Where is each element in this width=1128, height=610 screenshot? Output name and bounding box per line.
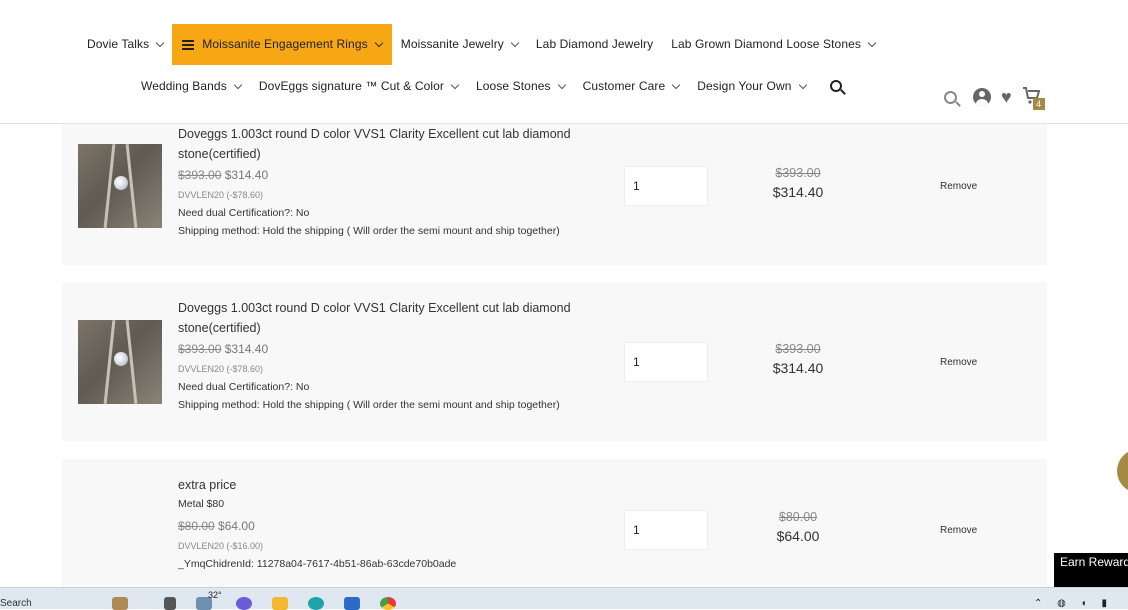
search-icon[interactable] xyxy=(944,90,957,104)
nav-search-button[interactable] xyxy=(815,66,851,106)
item-title[interactable]: Doveggs 1.003ct round D color VVS1 Clari… xyxy=(178,298,578,338)
edge-icon[interactable] xyxy=(308,597,324,610)
item-info: Doveggs 1.003ct round D color VVS1 Clari… xyxy=(178,124,578,240)
line-total-old: $393.00 xyxy=(775,342,821,356)
line-total-new: $314.40 xyxy=(772,184,824,200)
floating-chat-button[interactable] xyxy=(1117,449,1128,493)
nav-moissanite-jewelry[interactable]: Moissanite Jewelry xyxy=(392,24,527,64)
chevron-down-icon xyxy=(450,80,460,89)
quantity-input[interactable]: 1 xyxy=(624,342,708,382)
line-total-new: $64.00 xyxy=(776,528,820,544)
item-option: Shipping method: Hold the shipping ( Wil… xyxy=(178,399,560,411)
cart-count-badge: 4 xyxy=(1032,98,1045,110)
main-nav-row-1: Dovie Talks Moissanite Engagement Rings … xyxy=(78,23,884,65)
item-price: $393.00 $314.40 xyxy=(178,166,578,184)
nav-design-your-own[interactable]: Design Your Own xyxy=(688,66,814,106)
item-title[interactable]: Doveggs 1.003ct round D color VVS1 Clari… xyxy=(178,124,578,164)
item-subtitle: Metal $80 xyxy=(178,498,225,510)
item-sale-price: $314.40 xyxy=(224,168,269,182)
earn-rewards-button[interactable]: Earn Rewards xyxy=(1054,553,1128,587)
nav-moissanite-engagement-rings[interactable]: Moissanite Engagement Rings xyxy=(172,23,392,65)
remove-button[interactable]: Remove xyxy=(940,181,977,192)
nav-loose-stones[interactable]: Loose Stones xyxy=(467,66,574,106)
line-total-new: $314.40 xyxy=(772,360,824,376)
item-option: Need dual Certification?: No xyxy=(178,207,310,219)
item-old-price: $393.00 xyxy=(178,342,222,356)
nav-doveggs-signature[interactable]: DovEggs signature ™ Cut & Color xyxy=(250,66,467,106)
nav-wedding-bands[interactable]: Wedding Bands xyxy=(132,66,250,106)
line-total: $393.00 $314.40 xyxy=(762,342,834,376)
cart-item: extra price Metal $80 $80.00 $64.00 DVVL… xyxy=(62,459,1047,587)
chevron-down-icon xyxy=(510,38,520,47)
task-view-icon[interactable] xyxy=(164,597,176,610)
widget-icon[interactable] xyxy=(112,597,128,610)
teams-icon[interactable] xyxy=(236,597,252,610)
quantity-input[interactable]: 1 xyxy=(624,166,708,206)
list-icon xyxy=(182,39,195,50)
item-price: $80.00 $64.00 xyxy=(178,517,578,535)
item-title[interactable]: extra price xyxy=(178,475,578,495)
cart-icon[interactable]: 4 xyxy=(1022,86,1045,110)
nav-lab-diamond-jewelry[interactable]: Lab Diamond Jewelry xyxy=(527,24,662,64)
item-info: Doveggs 1.003ct round D color VVS1 Clari… xyxy=(178,298,578,414)
site-header: Dovie Talks Moissanite Engagement Rings … xyxy=(0,0,1128,124)
os-taskbar: Search 32° ⌃ ◍ ◖ ▮ xyxy=(0,587,1128,610)
account-icon[interactable] xyxy=(973,88,991,106)
line-total: $80.00 $64.00 xyxy=(762,510,834,544)
line-total-old: $393.00 xyxy=(775,166,821,180)
cart-item: Doveggs 1.003ct round D color VVS1 Clari… xyxy=(62,124,1047,265)
item-sale-price: $64.00 xyxy=(218,519,255,533)
discount-code: DVVLEN20 (-$78.60) xyxy=(178,364,264,374)
chrome-icon[interactable] xyxy=(380,597,396,610)
item-price: $393.00 $314.40 xyxy=(178,340,578,358)
header-tools: ♥ 4 xyxy=(944,86,1045,110)
quantity-input[interactable]: 1 xyxy=(624,510,708,550)
nav-customer-care[interactable]: Customer Care xyxy=(574,66,689,106)
chevron-down-icon xyxy=(798,80,807,89)
file-explorer-icon[interactable] xyxy=(272,597,288,610)
store-icon[interactable] xyxy=(344,597,360,610)
chevron-down-icon xyxy=(672,80,681,89)
taskbar-search[interactable]: Search xyxy=(0,598,32,609)
search-icon xyxy=(829,80,842,92)
chevron-down-icon xyxy=(557,80,566,89)
chevron-down-icon xyxy=(233,80,243,89)
remove-button[interactable]: Remove xyxy=(940,357,977,368)
product-image[interactable] xyxy=(78,320,162,404)
item-sale-price: $314.40 xyxy=(224,342,269,356)
heart-icon[interactable]: ♥ xyxy=(1001,88,1012,106)
line-total-old: $80.00 xyxy=(778,510,818,524)
remove-button[interactable]: Remove xyxy=(940,525,977,536)
item-option: Shipping method: Hold the shipping ( Wil… xyxy=(178,225,560,237)
weather-temperature: 32° xyxy=(208,590,222,600)
system-tray-icons[interactable]: ⌃ ◍ ◖ ▮ xyxy=(1034,598,1113,609)
nav-lab-grown-diamond-loose-stones[interactable]: Lab Grown Diamond Loose Stones xyxy=(662,24,884,64)
line-total: $393.00 $314.40 xyxy=(762,166,834,200)
product-image[interactable] xyxy=(78,144,162,228)
chevron-down-icon xyxy=(374,38,383,47)
chevron-down-icon xyxy=(867,38,877,47)
item-info: extra price Metal $80 $80.00 $64.00 DVVL… xyxy=(178,475,578,573)
item-old-price: $393.00 xyxy=(178,168,222,182)
chevron-down-icon xyxy=(156,38,165,47)
main-nav-row-2: Wedding Bands DovEggs signature ™ Cut & … xyxy=(132,66,851,106)
nav-dovie-talks[interactable]: Dovie Talks xyxy=(78,24,172,64)
discount-code: DVVLEN20 (-$78.60) xyxy=(178,190,264,200)
discount-code: DVVLEN20 (-$16.00) xyxy=(178,541,264,551)
item-option: _YmqChidrenId: 11278a04-7617-4b51-86ab-6… xyxy=(178,558,457,570)
cart-item: Doveggs 1.003ct round D color VVS1 Clari… xyxy=(62,282,1047,441)
item-option: Need dual Certification?: No xyxy=(178,381,310,393)
item-old-price: $80.00 xyxy=(178,519,215,533)
